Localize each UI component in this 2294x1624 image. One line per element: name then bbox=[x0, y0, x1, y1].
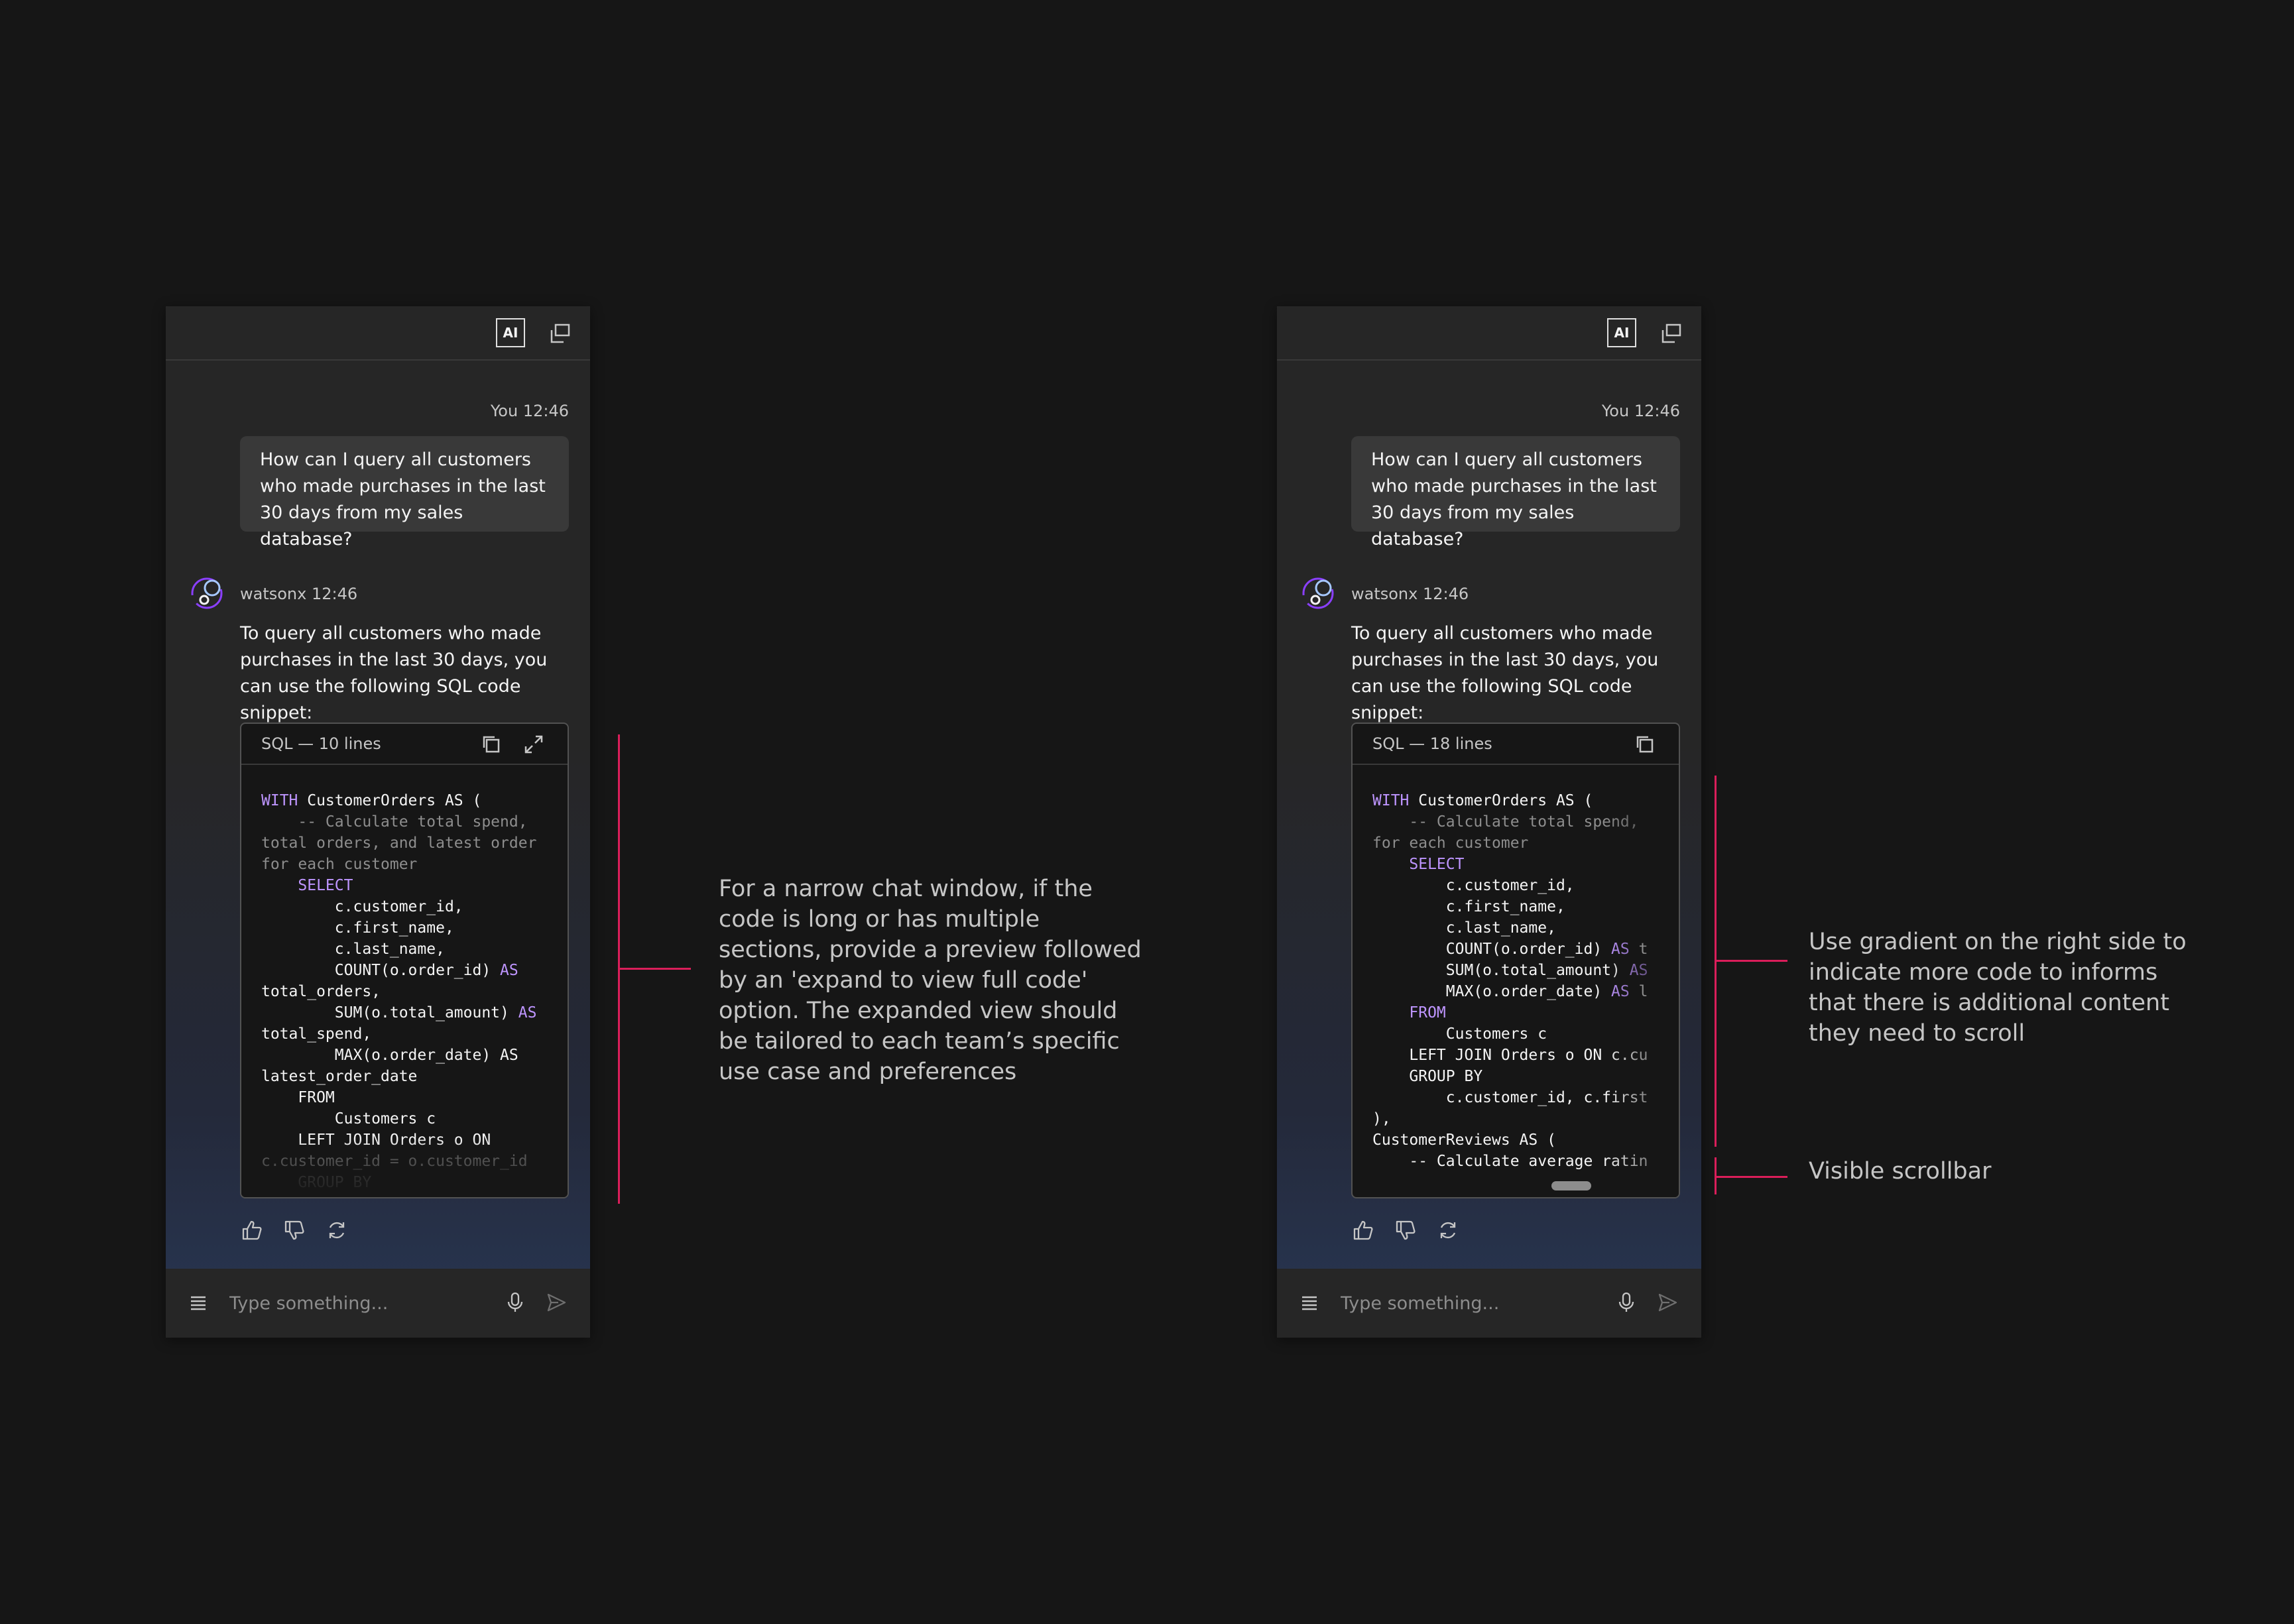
code-preview: WITH CustomerOrders AS ( -- Calculate to… bbox=[261, 792, 537, 1191]
watsonx-avatar-icon bbox=[1302, 577, 1334, 609]
refresh-icon[interactable] bbox=[1436, 1218, 1460, 1242]
menu-icon[interactable] bbox=[1299, 1293, 1319, 1312]
chat-input[interactable] bbox=[1339, 1286, 1567, 1320]
chat-input-bar bbox=[166, 1269, 590, 1338]
annotation-scrollbar: Visible scrollbar bbox=[1809, 1158, 1992, 1185]
horizontal-scrollbar[interactable] bbox=[1551, 1181, 1591, 1190]
chat-header: AI bbox=[166, 306, 590, 361]
copy-icon[interactable] bbox=[1634, 733, 1656, 756]
chat-header: AI bbox=[1277, 306, 1701, 361]
code-snippet-title: SQL — 18 lines bbox=[1372, 734, 1492, 753]
thumbs-up-icon[interactable] bbox=[1351, 1218, 1375, 1242]
ai-badge[interactable]: AI bbox=[496, 318, 525, 347]
code-snippet-header: SQL — 10 lines bbox=[241, 724, 568, 765]
bot-message-meta: watsonx 12:46 bbox=[1351, 585, 1469, 603]
code-snippet-card: SQL — 10 lines WITH CustomerOrders AS ( … bbox=[240, 723, 569, 1198]
code-snippet-card[interactable]: SQL — 18 lines WITH CustomerOrders AS ( … bbox=[1351, 723, 1680, 1198]
refresh-icon[interactable] bbox=[325, 1218, 349, 1242]
annotation-expand-preview: For a narrow chat window, if the code is… bbox=[719, 876, 1142, 1085]
chat-input[interactable] bbox=[228, 1286, 456, 1320]
bot-message-meta: watsonx 12:46 bbox=[240, 585, 358, 603]
callout-connector bbox=[618, 968, 691, 970]
send-icon[interactable] bbox=[545, 1291, 568, 1314]
thumbs-down-icon[interactable] bbox=[282, 1218, 306, 1242]
user-message-meta: You 12:46 bbox=[490, 402, 569, 420]
code-snippet-header: SQL — 18 lines bbox=[1353, 724, 1679, 765]
annotation-gradient: Use gradient on the right side to indica… bbox=[1809, 929, 2187, 1047]
popout-icon[interactable] bbox=[549, 322, 572, 345]
send-icon[interactable] bbox=[1656, 1291, 1679, 1314]
bot-message-text: To query all customers who made purchase… bbox=[1351, 623, 1659, 723]
bot-message-text: To query all customers who made purchase… bbox=[240, 623, 548, 723]
user-message-bubble: How can I query all customers who made p… bbox=[1351, 436, 1680, 550]
thumbs-down-icon[interactable] bbox=[1394, 1218, 1418, 1242]
thumbs-up-icon[interactable] bbox=[240, 1218, 264, 1242]
microphone-icon[interactable] bbox=[504, 1291, 526, 1314]
callout-connector-scrollbar bbox=[1715, 1176, 1787, 1178]
code-snippet-title: SQL — 10 lines bbox=[261, 734, 381, 753]
callout-connector-gradient bbox=[1715, 960, 1787, 962]
expand-icon[interactable] bbox=[522, 733, 545, 756]
copy-icon[interactable] bbox=[480, 733, 503, 756]
popout-icon[interactable] bbox=[1660, 322, 1683, 345]
ai-badge[interactable]: AI bbox=[1607, 318, 1636, 347]
code-scroll-content: WITH CustomerOrders AS ( -- Calculate to… bbox=[1372, 792, 1648, 1170]
user-message-bubble: How can I query all customers who made p… bbox=[240, 436, 569, 550]
menu-icon[interactable] bbox=[188, 1293, 208, 1312]
user-message-meta: You 12:46 bbox=[1601, 402, 1680, 420]
chat-input-bar bbox=[1277, 1269, 1701, 1338]
chat-window-scroll: AI You 12:46 How can I query all custome… bbox=[1277, 306, 1701, 1338]
watsonx-avatar-icon bbox=[191, 577, 223, 609]
chat-window-preview: AI You 12:46 How can I query all custome… bbox=[166, 306, 590, 1338]
microphone-icon[interactable] bbox=[1615, 1291, 1638, 1314]
